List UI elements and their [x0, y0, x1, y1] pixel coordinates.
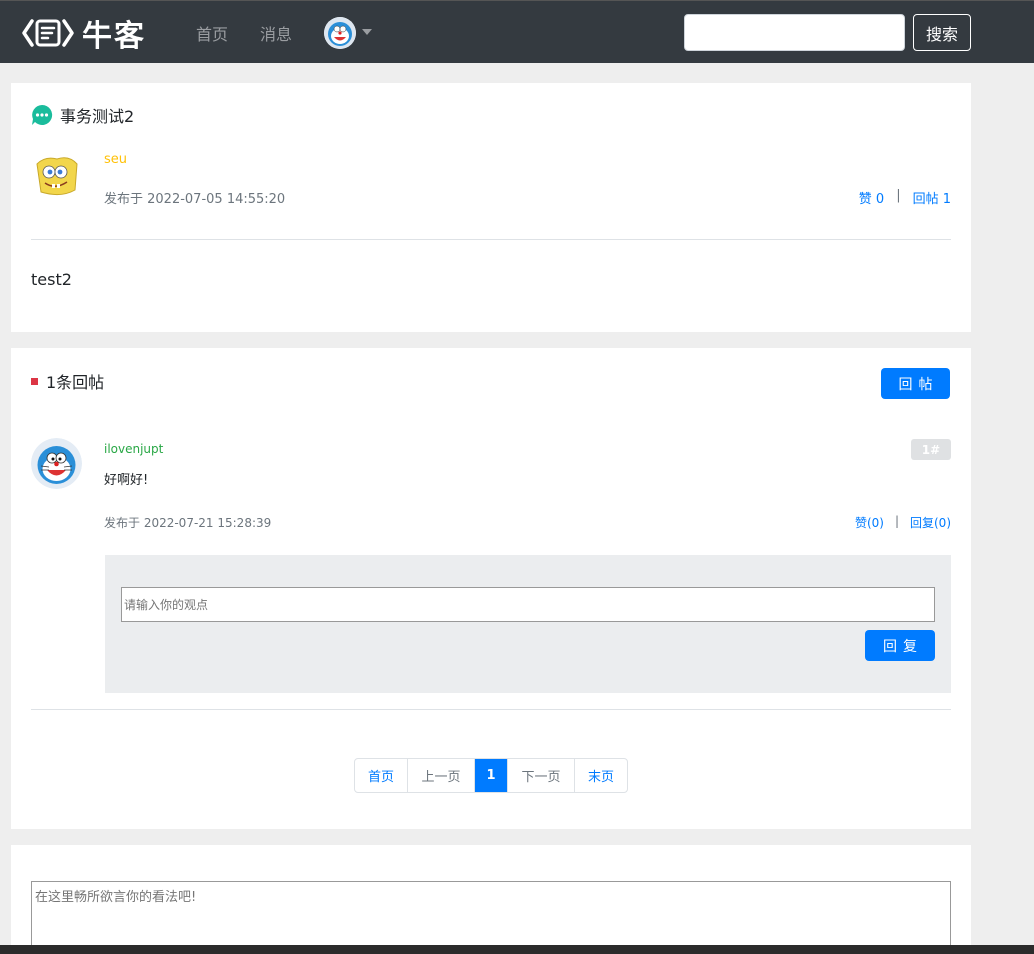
square-bullet-icon	[31, 377, 38, 385]
doraemon-avatar-icon	[324, 17, 356, 49]
post-card: 事务测试2 seu 发布于 2022-07-05 14:55:20 赞 0 | …	[11, 83, 971, 332]
post-publish-time: 发布于 2022-07-05 14:55:20	[104, 192, 286, 207]
reply-box: 回复	[105, 555, 951, 693]
chevron-down-icon[interactable]	[362, 29, 372, 35]
comment-actions: 赞(0) | 回复(0)	[855, 514, 951, 531]
site-logo[interactable]: 牛客	[22, 13, 146, 54]
commenter-name-link[interactable]: ilovenjupt	[104, 442, 163, 456]
page-first-link[interactable]: 首页	[355, 759, 408, 792]
top-navbar: 牛客 首页 消息 搜索	[0, 0, 1034, 63]
reply-input[interactable]	[121, 587, 935, 622]
post-content: test2	[31, 270, 72, 289]
logo-mark-icon	[22, 19, 74, 47]
action-separator: |	[894, 514, 899, 528]
comment-reply-link[interactable]: 回复(0)	[910, 514, 951, 531]
floor-badge: 1#	[911, 439, 951, 460]
new-comment-card	[11, 845, 971, 954]
comment-text: 好啊好!	[104, 473, 149, 488]
author-avatar[interactable]	[31, 150, 83, 202]
chat-bubble-icon	[32, 104, 53, 125]
page-prev-link[interactable]: 上一页	[408, 759, 475, 792]
logo-text: 牛客	[82, 19, 146, 54]
comment-like-link[interactable]: 赞(0)	[855, 514, 884, 531]
nav-messages-link[interactable]: 消息	[260, 21, 292, 45]
user-avatar[interactable]	[324, 17, 356, 49]
page-last-link[interactable]: 末页	[575, 759, 627, 792]
divider	[31, 709, 951, 710]
comment-textarea[interactable]	[31, 881, 951, 954]
comment-publish-time: 发布于 2022-07-21 15:28:39	[104, 516, 272, 530]
post-author-link[interactable]: seu	[104, 152, 127, 167]
pagination: 首页 上一页 1 下一页 末页	[354, 758, 628, 793]
search-input[interactable]	[684, 14, 905, 51]
post-reply-count-link[interactable]: 回帖 1	[913, 188, 951, 207]
os-taskbar	[0, 945, 1034, 954]
nav-home-link[interactable]: 首页	[196, 21, 228, 45]
comments-header: 1条回帖	[31, 369, 104, 393]
post-actions: 赞 0 | 回帖 1	[859, 188, 951, 207]
post-title: 事务测试2	[60, 107, 135, 126]
sponge-avatar-icon	[31, 150, 83, 202]
search-button[interactable]: 搜索	[913, 14, 971, 51]
divider	[31, 239, 951, 240]
comments-count: 1条回帖	[46, 373, 105, 392]
post-like-link[interactable]: 赞 0	[859, 188, 884, 207]
post-title-row: 事务测试2	[31, 103, 134, 127]
commenter-avatar[interactable]	[31, 438, 82, 489]
page-current[interactable]: 1	[475, 759, 508, 792]
doraemon-avatar-icon	[31, 438, 82, 489]
action-separator: |	[896, 188, 901, 203]
page-next-link[interactable]: 下一页	[508, 759, 575, 792]
reply-post-button[interactable]: 回帖	[881, 368, 950, 399]
comments-card: 1条回帖 回帖 ilovenjupt 1# 好啊好! 发布于 2022-07-2…	[11, 348, 971, 829]
reply-submit-button[interactable]: 回复	[865, 630, 935, 661]
